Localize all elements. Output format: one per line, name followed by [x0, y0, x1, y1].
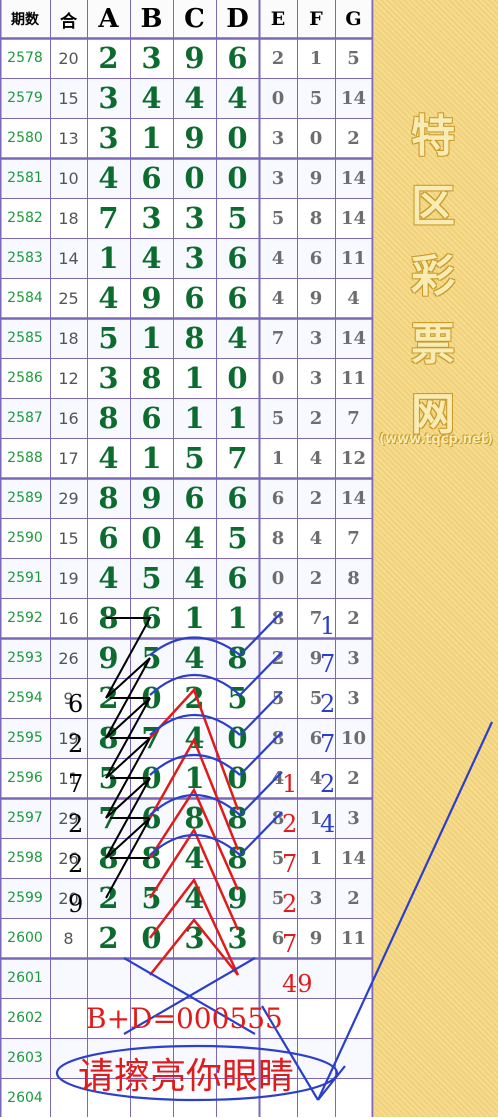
black-digit: 2 [68, 850, 83, 878]
red-digit: 7 [282, 930, 297, 958]
annotation-overlay: 6 2 7 2 2 9 1 7 2 7 2 4 1 2 7 2 7 49 B+D… [0, 0, 493, 1117]
blue-digit: 1 [320, 612, 335, 640]
red-digit: 2 [282, 810, 297, 838]
black-digit: 9 [68, 890, 83, 918]
red-digit: 2 [282, 890, 297, 918]
red-chevron-lines [148, 687, 240, 976]
blue-digit: 2 [320, 770, 335, 798]
black-digit: 2 [68, 810, 83, 838]
black-overlay-digits: 6 2 7 2 2 9 [68, 690, 83, 918]
blue-overlay-digits: 1 7 2 7 2 4 [320, 612, 335, 838]
blue-digit: 4 [320, 810, 335, 838]
formula-text: B+D=000555 [86, 1002, 283, 1035]
blue-digit: 7 [320, 730, 335, 758]
blue-digit: 7 [320, 650, 335, 678]
black-digit: 6 [68, 690, 83, 718]
slogan-text: 请擦亮你眼睛 [78, 1056, 294, 1097]
black-digit: 2 [68, 730, 83, 758]
red-number: 49 [282, 970, 313, 998]
black-digit: 7 [68, 770, 83, 798]
red-digit: 1 [282, 770, 297, 798]
blue-digit: 2 [320, 690, 335, 718]
red-digit: 7 [282, 850, 297, 878]
grid-lines [0, 0, 374, 1117]
